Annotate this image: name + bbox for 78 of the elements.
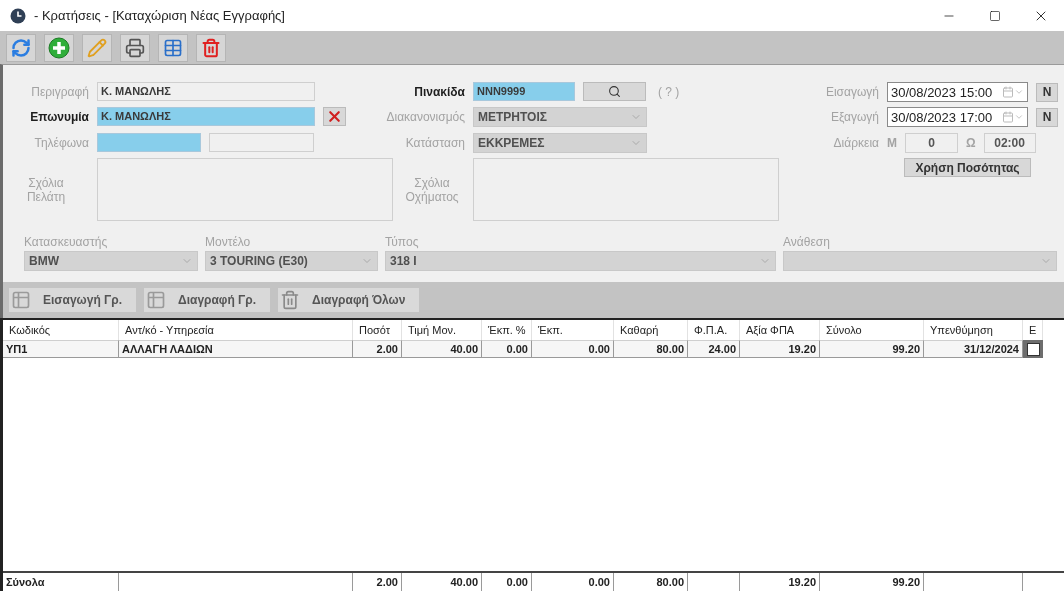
vehicle-comments-field[interactable] (473, 158, 779, 221)
grid-icon (11, 290, 31, 310)
selector-dropdown[interactable]: BMW (24, 251, 198, 271)
entry-date-field[interactable]: 30/08/2023 15:00 (887, 82, 1028, 102)
settlement-label: Διακανονισμός (385, 110, 465, 124)
refresh-button[interactable] (6, 33, 36, 62)
table-cell: 0.00 (482, 340, 532, 358)
phone-field[interactable] (209, 133, 314, 152)
total-cell: 19.20 (740, 573, 820, 591)
now-button[interactable]: N (1036, 107, 1058, 127)
total-cell: 40.00 (402, 573, 482, 591)
grid-icon (146, 290, 167, 310)
checkbox[interactable] (1026, 342, 1040, 356)
trash-icon (280, 290, 301, 310)
line-toolbar-button[interactable]: Διαγραφή Γρ. (144, 288, 271, 312)
table-button[interactable] (158, 33, 188, 62)
plate-label: Πινακίδα (413, 84, 465, 99)
use-quantity-button[interactable]: Χρήση Ποσότητας (904, 158, 1031, 177)
selector-label: Τύπος (385, 235, 420, 249)
duration-label: Διάρκεια (832, 136, 879, 150)
trash-icon[interactable] (201, 37, 221, 58)
customer-comments-label: Σχόλια Πελάτη (26, 175, 66, 204)
exit-date-field[interactable]: 30/08/2023 17:00 (887, 107, 1028, 127)
total-cell: 0.00 (482, 573, 532, 591)
selector-label: Κατασκευαστής (24, 235, 109, 249)
delete-button[interactable] (196, 33, 226, 62)
table-cell: 0.00 (532, 340, 614, 358)
total-cell: 80.00 (614, 573, 688, 591)
days-field[interactable]: 0 (905, 133, 958, 153)
selector-dropdown[interactable]: 318 I (385, 251, 776, 271)
settlement-dropdown[interactable]: ΜΕΤΡΗΤΟΙΣ (473, 107, 647, 127)
selector-label: Ανάθεση (783, 235, 831, 249)
exit-label: Εξαγωγή (829, 110, 879, 124)
table-cell: 2.00 (353, 340, 402, 358)
clock-icon (10, 7, 26, 24)
edit-button[interactable] (82, 33, 112, 62)
hours-field[interactable]: 02:00 (983, 133, 1036, 153)
table-cell: ΥΠ1 (3, 340, 119, 358)
phones-label: Τηλέφωνα (33, 135, 89, 150)
line-toolbar-button[interactable]: Εισαγωγή Γρ. (9, 288, 137, 312)
entry-label: Εισαγωγή (824, 85, 879, 99)
status-dropdown[interactable]: ΕΚΚΡΕΜΕΣ (473, 133, 647, 153)
total-cell: Σύνολα (3, 573, 119, 591)
total-cell: 99.20 (820, 573, 924, 591)
description-field[interactable]: Κ. ΜΑΝΩΛΗΣ (97, 82, 315, 101)
selector-label: Μοντέλο (205, 235, 252, 249)
days-label: Μ (887, 136, 897, 150)
table-cell: 31/12/2024 (924, 340, 1023, 358)
print-button[interactable] (120, 33, 150, 62)
printer-icon[interactable] (125, 37, 145, 58)
refresh-icon[interactable] (11, 37, 31, 58)
status-label: Κατάσταση (404, 136, 465, 150)
total-cell: 2.00 (353, 573, 402, 591)
selector-dropdown[interactable]: 3 TOURING (E30) (205, 251, 378, 271)
table-cell: 80.00 (614, 340, 688, 358)
surname-label: Επωνυμία (29, 109, 89, 124)
description-label: Περιγραφή (30, 84, 89, 99)
maximize-icon[interactable] (989, 9, 1001, 22)
surname-field[interactable]: Κ. ΜΑΝΩΛΗΣ (97, 107, 315, 126)
phone-field[interactable] (97, 133, 201, 152)
vehicle-comments-label: Σχόλια Οχήματος (405, 175, 459, 204)
table-cell: 19.20 (740, 340, 820, 358)
total-cell: 0.00 (532, 573, 614, 591)
customer-comments-field[interactable] (97, 158, 393, 221)
calendar-dropdown-icon[interactable] (1002, 86, 1024, 98)
window-title: - Κρατήσεις - [Καταχώριση Νέας Εγγραφής] (34, 8, 286, 23)
table-cell: 24.00 (688, 340, 740, 358)
table-icon[interactable] (163, 37, 183, 58)
line-toolbar-button[interactable]: Διαγραφή Όλων (278, 288, 420, 312)
table-cell: 40.00 (402, 340, 482, 358)
calendar-dropdown-icon[interactable] (1002, 111, 1024, 123)
hours-label: Ω (966, 136, 976, 150)
table-cell: 99.20 (820, 340, 924, 358)
search-icon[interactable] (608, 85, 621, 98)
pencil-icon[interactable] (87, 37, 107, 58)
plate-field[interactable]: NNN9999 (473, 82, 575, 101)
table-cell: ΑΛΛΑΓΗ ΛΑΔΙΩΝ (119, 340, 353, 358)
now-button[interactable]: N (1036, 82, 1058, 102)
